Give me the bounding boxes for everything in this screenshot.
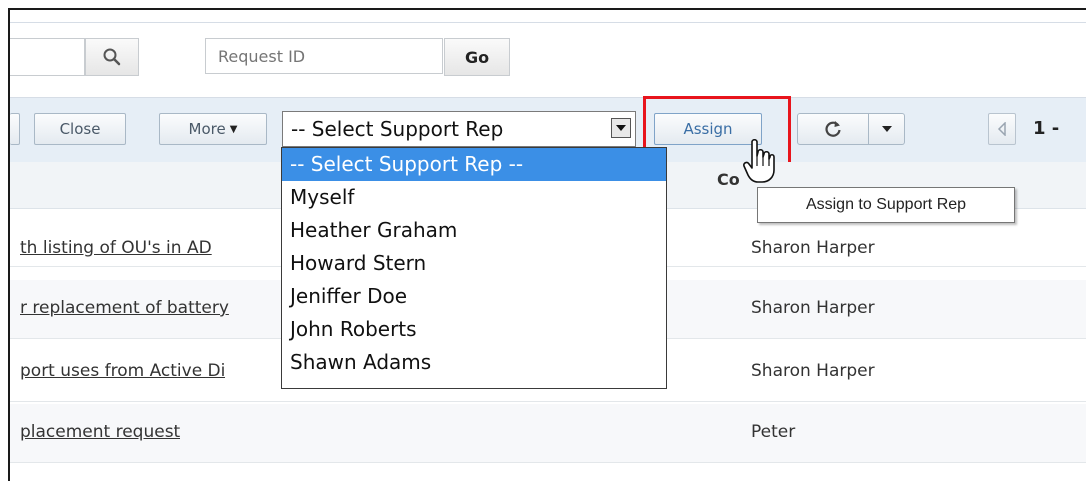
request-id-input[interactable] [205,38,443,74]
dropdown-option[interactable]: Howard Stern [282,247,666,280]
assign-tooltip: Assign to Support Rep [757,187,1015,223]
page-indicator: 1 - [1033,118,1060,139]
previous-page-button[interactable] [988,113,1016,145]
support-rep-select-value: -- Select Support Rep [291,117,504,141]
dropdown-option[interactable]: Jeniffer Doe [282,280,666,313]
caret-down-icon [881,126,892,132]
caret-down-icon: ▼ [229,123,238,135]
search-icon [103,48,121,66]
contact-cell: Peter [751,422,796,442]
close-button[interactable]: Close [34,113,126,145]
dropdown-arrow-icon[interactable] [611,118,631,138]
contact-cell: Sharon Harper [751,298,875,318]
toolbar-button-partial[interactable] [10,113,20,145]
contact-cell: Sharon Harper [751,238,875,258]
more-button[interactable]: More ▼ [159,113,267,145]
app-frame: Go Close More ▼ -- Select Support Rep As… [0,0,1086,481]
search-button[interactable] [85,38,139,76]
go-button[interactable]: Go [444,38,510,76]
request-title-link[interactable]: th listing of OU's in AD [20,238,212,258]
support-rep-dropdown-list: -- Select Support Rep -- Myself Heather … [281,147,667,389]
assign-button-label: Assign [683,120,733,138]
request-title-link[interactable]: r replacement of battery [20,298,229,318]
more-button-label: More [188,120,226,138]
request-title-link[interactable]: placement request [20,422,180,442]
column-header-contact[interactable]: Co [717,170,740,189]
chevron-left-icon [997,122,1006,136]
dropdown-option[interactable]: Myself [282,181,666,214]
close-button-label: Close [59,120,101,138]
contact-cell: Sharon Harper [751,361,875,381]
hand-cursor-icon [743,138,775,183]
header-divider [10,22,1086,23]
support-rep-select[interactable]: -- Select Support Rep [282,111,636,147]
refresh-options-button[interactable] [869,113,905,145]
frame-border-top [10,8,1086,10]
search-input[interactable] [10,38,85,76]
dropdown-option[interactable]: -- Select Support Rep -- [282,148,666,181]
dropdown-option[interactable]: John Roberts [282,313,666,346]
refresh-icon [825,121,841,137]
dropdown-option[interactable]: Shawn Adams [282,346,666,379]
request-title-link[interactable]: port uses from Active Di [20,361,225,381]
table-row[interactable]: placement request Peter [10,404,1086,463]
dropdown-option[interactable]: Heather Graham [282,214,666,247]
refresh-button[interactable] [797,113,869,145]
